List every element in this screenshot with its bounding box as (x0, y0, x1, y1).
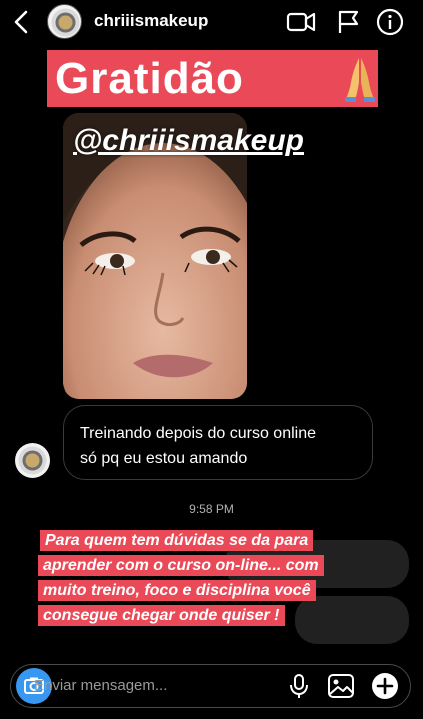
caption-line: muito treino, foco e disciplina você (38, 580, 316, 601)
gallery-icon[interactable] (327, 672, 355, 700)
caption-line: consegue chegar onde quiser ! (38, 605, 285, 626)
chat-username[interactable]: chriiismakeup (94, 11, 208, 31)
gratitude-banner: Gratidão (47, 50, 378, 107)
profile-avatar[interactable] (47, 4, 82, 39)
message-line: só pq eu estou amando (80, 450, 248, 467)
message-line: Treinando depois do curso online (80, 425, 317, 442)
flag-icon[interactable] (334, 8, 364, 36)
hidden-message-bubble (295, 596, 409, 644)
sender-avatar[interactable] (15, 443, 50, 478)
caption-line: Para quem tem dúvidas se da para (40, 530, 314, 551)
video-call-icon[interactable] (286, 8, 316, 36)
message-timestamp: 9:58 PM (189, 502, 234, 516)
add-icon[interactable] (371, 672, 399, 700)
microphone-icon[interactable] (285, 672, 313, 700)
message-bubble[interactable]: Treinando depois do curso online só pq e… (63, 405, 373, 480)
banner-text: Gratidão (55, 54, 244, 103)
chat-header: chriiismakeup (0, 0, 423, 44)
photo-handle-overlay: @chriiismakeup (73, 124, 305, 157)
info-icon[interactable] (375, 8, 405, 36)
caption-line: aprender com o curso on-line... com (38, 555, 324, 576)
praying-hands-icon (345, 58, 375, 102)
logo-icon (18, 446, 47, 475)
logo-icon (51, 8, 80, 37)
back-chevron-icon[interactable] (10, 8, 34, 36)
message-input[interactable]: Enviar mensagem... (34, 677, 167, 694)
